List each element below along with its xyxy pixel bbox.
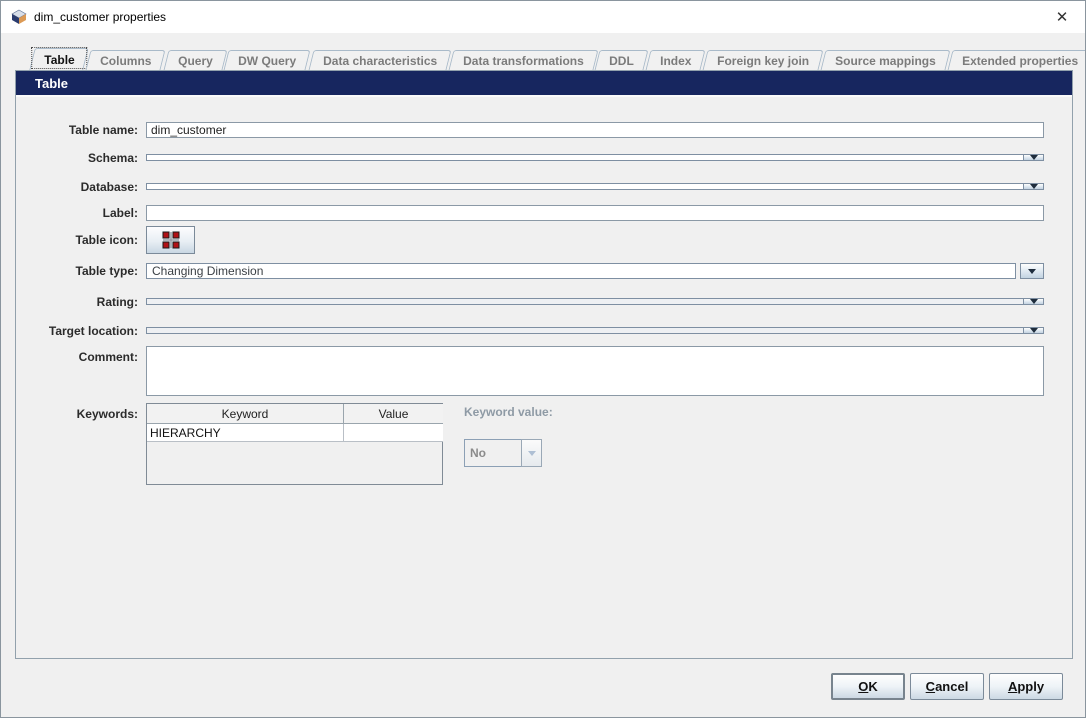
rating-dropdown-icon[interactable]	[1023, 298, 1044, 305]
tab-foreign-key-join[interactable]: Foreign key join	[702, 50, 824, 70]
database-dropdown-icon[interactable]	[1023, 183, 1044, 190]
keyword-value-selected: No	[464, 439, 522, 467]
table-icon-row: Table icon:	[16, 225, 1044, 254]
schema-value[interactable]	[146, 154, 1024, 161]
table-name-row: Table name:	[16, 118, 1044, 141]
tab-dw-query[interactable]: DW Query	[223, 50, 311, 70]
keyword-value-dropdown-icon	[521, 439, 542, 467]
tab-strip: Table Columns Query DW Query Data charac…	[29, 47, 1085, 70]
comment-label: Comment:	[78, 350, 138, 364]
tab-ddl[interactable]: DDL	[594, 50, 649, 70]
database-label: Database:	[80, 179, 138, 194]
rating-label: Rating:	[96, 294, 138, 309]
table-type-value[interactable]: Changing Dimension	[146, 263, 1016, 279]
value-column-header: Value	[344, 404, 443, 424]
tab-source-mappings[interactable]: Source mappings	[820, 50, 951, 70]
table-type-dropdown-icon[interactable]	[1020, 263, 1044, 279]
database-combobox[interactable]	[146, 183, 1044, 190]
keyword-value-label: Keyword value:	[464, 405, 553, 419]
comment-textarea[interactable]	[146, 346, 1044, 396]
schema-label: Schema:	[87, 150, 138, 165]
table-name-label: Table name:	[68, 122, 138, 137]
apply-button[interactable]: Apply	[989, 673, 1063, 700]
rating-combobox[interactable]	[146, 298, 1044, 305]
table-type-label: Table type:	[75, 264, 138, 278]
window-title: dim_customer properties	[34, 10, 167, 24]
ok-button[interactable]: OK	[831, 673, 905, 700]
database-value[interactable]	[146, 183, 1024, 190]
keyword-value-combobox: No	[464, 439, 542, 467]
table-tab-panel: Table Table name: Schema: Database:	[15, 70, 1073, 659]
schema-row: Schema:	[16, 146, 1044, 169]
target-location-value[interactable]	[146, 327, 1024, 334]
target-location-dropdown-icon[interactable]	[1023, 327, 1044, 334]
table-type-row: Table type: Changing Dimension	[16, 258, 1044, 284]
label-row: Label:	[16, 201, 1044, 224]
tab-table[interactable]: Table	[29, 47, 90, 70]
keywords-table-header: Keyword Value	[147, 404, 443, 424]
keyword-table-row[interactable]: HIERARCHY	[147, 424, 443, 442]
cancel-button[interactable]: Cancel	[910, 673, 984, 700]
table-icon-button[interactable]	[146, 225, 195, 254]
rating-value[interactable]	[146, 298, 1024, 305]
label-input[interactable]	[146, 204, 1044, 221]
target-location-label: Target location:	[48, 323, 138, 338]
keyword-cell[interactable]: HIERARCHY	[147, 424, 344, 442]
tab-columns[interactable]: Columns	[85, 50, 167, 70]
properties-dialog: dim_customer properties ✕ Table Columns …	[0, 0, 1086, 718]
schema-dropdown-icon[interactable]	[1023, 154, 1044, 161]
keyword-column-header: Keyword	[147, 404, 344, 424]
keyword-value-cell[interactable]	[344, 424, 443, 442]
table-name-input[interactable]	[146, 121, 1044, 138]
table-icon-label: Table icon:	[75, 232, 138, 247]
database-row: Database:	[16, 175, 1044, 198]
label-label: Label:	[102, 205, 138, 220]
close-icon[interactable]: ✕	[1039, 1, 1085, 32]
target-location-combobox[interactable]	[146, 327, 1044, 334]
tab-index[interactable]: Index	[645, 50, 706, 70]
section-header: Table	[16, 71, 1072, 97]
target-location-row: Target location:	[16, 318, 1044, 343]
keywords-label: Keywords:	[76, 407, 138, 421]
comment-row: Comment:	[16, 346, 1044, 396]
keywords-table[interactable]: Keyword Value HIERARCHY	[146, 403, 443, 485]
app-cube-icon	[11, 9, 27, 24]
title-bar: dim_customer properties ✕	[1, 1, 1085, 33]
tab-extended-properties[interactable]: Extended properties	[947, 50, 1085, 70]
rating-row: Rating:	[16, 289, 1044, 314]
tab-query[interactable]: Query	[163, 50, 227, 70]
tab-data-characteristics[interactable]: Data characteristics	[308, 50, 452, 70]
dimension-grid-icon	[162, 231, 179, 248]
schema-combobox[interactable]	[146, 154, 1044, 161]
section-title: Table	[35, 75, 68, 91]
tab-data-transformations[interactable]: Data transformations	[448, 50, 598, 70]
table-type-combobox[interactable]: Changing Dimension	[146, 263, 1044, 279]
